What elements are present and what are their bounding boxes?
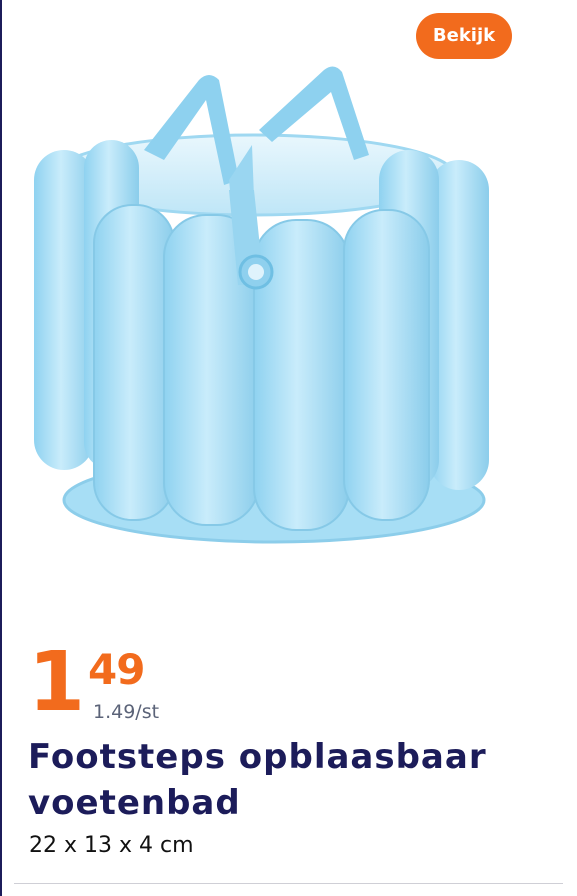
bottom-divider [14, 883, 563, 884]
price-main: 1 [28, 635, 85, 730]
view-button[interactable]: Bekijk [416, 13, 512, 59]
product-dimensions: 22 x 13 x 4 cm [29, 833, 194, 858]
unit-price: 1.49/st [93, 701, 160, 723]
left-divider [0, 0, 2, 896]
price-cents: 49 [88, 645, 145, 694]
inflatable-foot-bath-image [34, 66, 489, 544]
product-title: Footsteps opblaasbaar voetenbad [28, 737, 487, 823]
